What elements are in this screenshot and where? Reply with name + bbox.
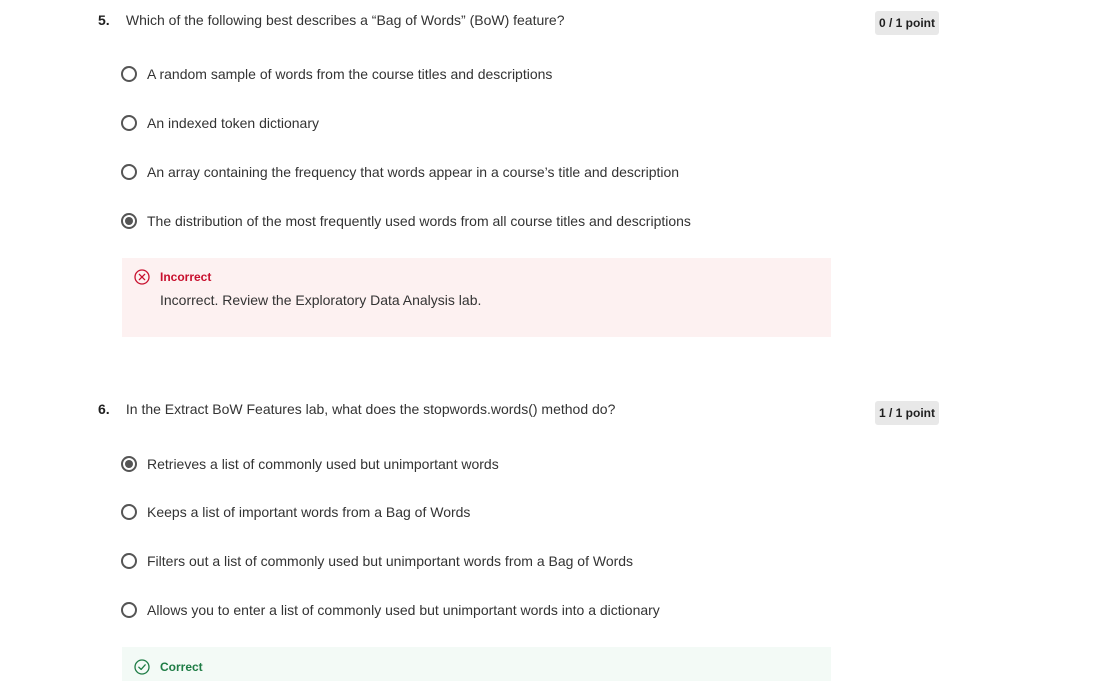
- question-header: 5. Which of the following best describes…: [98, 10, 565, 30]
- x-circle-icon: [134, 269, 150, 285]
- answer-option[interactable]: A random sample of words from the course…: [121, 63, 552, 85]
- radio-button[interactable]: [121, 504, 137, 520]
- option-label: Allows you to enter a list of commonly u…: [147, 602, 660, 618]
- answer-option[interactable]: The distribution of the most frequently …: [121, 210, 691, 232]
- answer-option[interactable]: An array containing the frequency that w…: [121, 161, 679, 183]
- radio-button-selected[interactable]: [121, 456, 137, 472]
- feedback-incorrect: Incorrect Incorrect. Review the Explorat…: [122, 258, 831, 337]
- feedback-status: Correct: [160, 660, 203, 674]
- check-circle-icon: [134, 659, 150, 675]
- radio-button[interactable]: [121, 553, 137, 569]
- option-label: Retrieves a list of commonly used but un…: [147, 456, 499, 472]
- option-label: An array containing the frequency that w…: [147, 164, 680, 180]
- feedback-title: Incorrect: [134, 269, 819, 285]
- option-label: Filters out a list of commonly used but …: [147, 553, 634, 569]
- answer-option[interactable]: Keeps a list of important words from a B…: [121, 501, 470, 523]
- radio-button-selected[interactable]: [121, 213, 137, 229]
- answer-option[interactable]: Filters out a list of commonly used but …: [121, 550, 633, 572]
- radio-button[interactable]: [121, 115, 137, 131]
- points-badge: 0 / 1 point: [875, 11, 939, 35]
- answer-option[interactable]: An indexed token dictionary: [121, 112, 319, 134]
- question-text: Which of the following best describes a …: [125, 12, 565, 28]
- question-number: 5.: [98, 12, 110, 28]
- quiz-page: 5. Which of the following best describes…: [0, 0, 1110, 681]
- feedback-status: Incorrect: [160, 270, 212, 284]
- answer-option[interactable]: Retrieves a list of commonly used but un…: [121, 453, 499, 475]
- points-badge: 1 / 1 point: [875, 401, 939, 425]
- option-label: The distribution of the most frequently …: [147, 213, 691, 229]
- radio-button[interactable]: [121, 164, 137, 180]
- option-label: An indexed token dictionary: [147, 115, 319, 131]
- feedback-title: Correct: [134, 659, 819, 675]
- radio-button[interactable]: [121, 66, 137, 82]
- feedback-text: Incorrect. Review the Exploratory Data A…: [160, 292, 482, 308]
- question-header: 6. In the Extract BoW Features lab, what…: [98, 399, 615, 419]
- answer-option[interactable]: Allows you to enter a list of commonly u…: [121, 599, 660, 621]
- option-label: A random sample of words from the course…: [147, 66, 553, 82]
- option-label: Keeps a list of important words from a B…: [147, 504, 471, 520]
- question-text: In the Extract BoW Features lab, what do…: [125, 401, 616, 417]
- feedback-correct: Correct: [122, 647, 831, 681]
- question-number: 6.: [98, 401, 110, 417]
- radio-button[interactable]: [121, 602, 137, 618]
